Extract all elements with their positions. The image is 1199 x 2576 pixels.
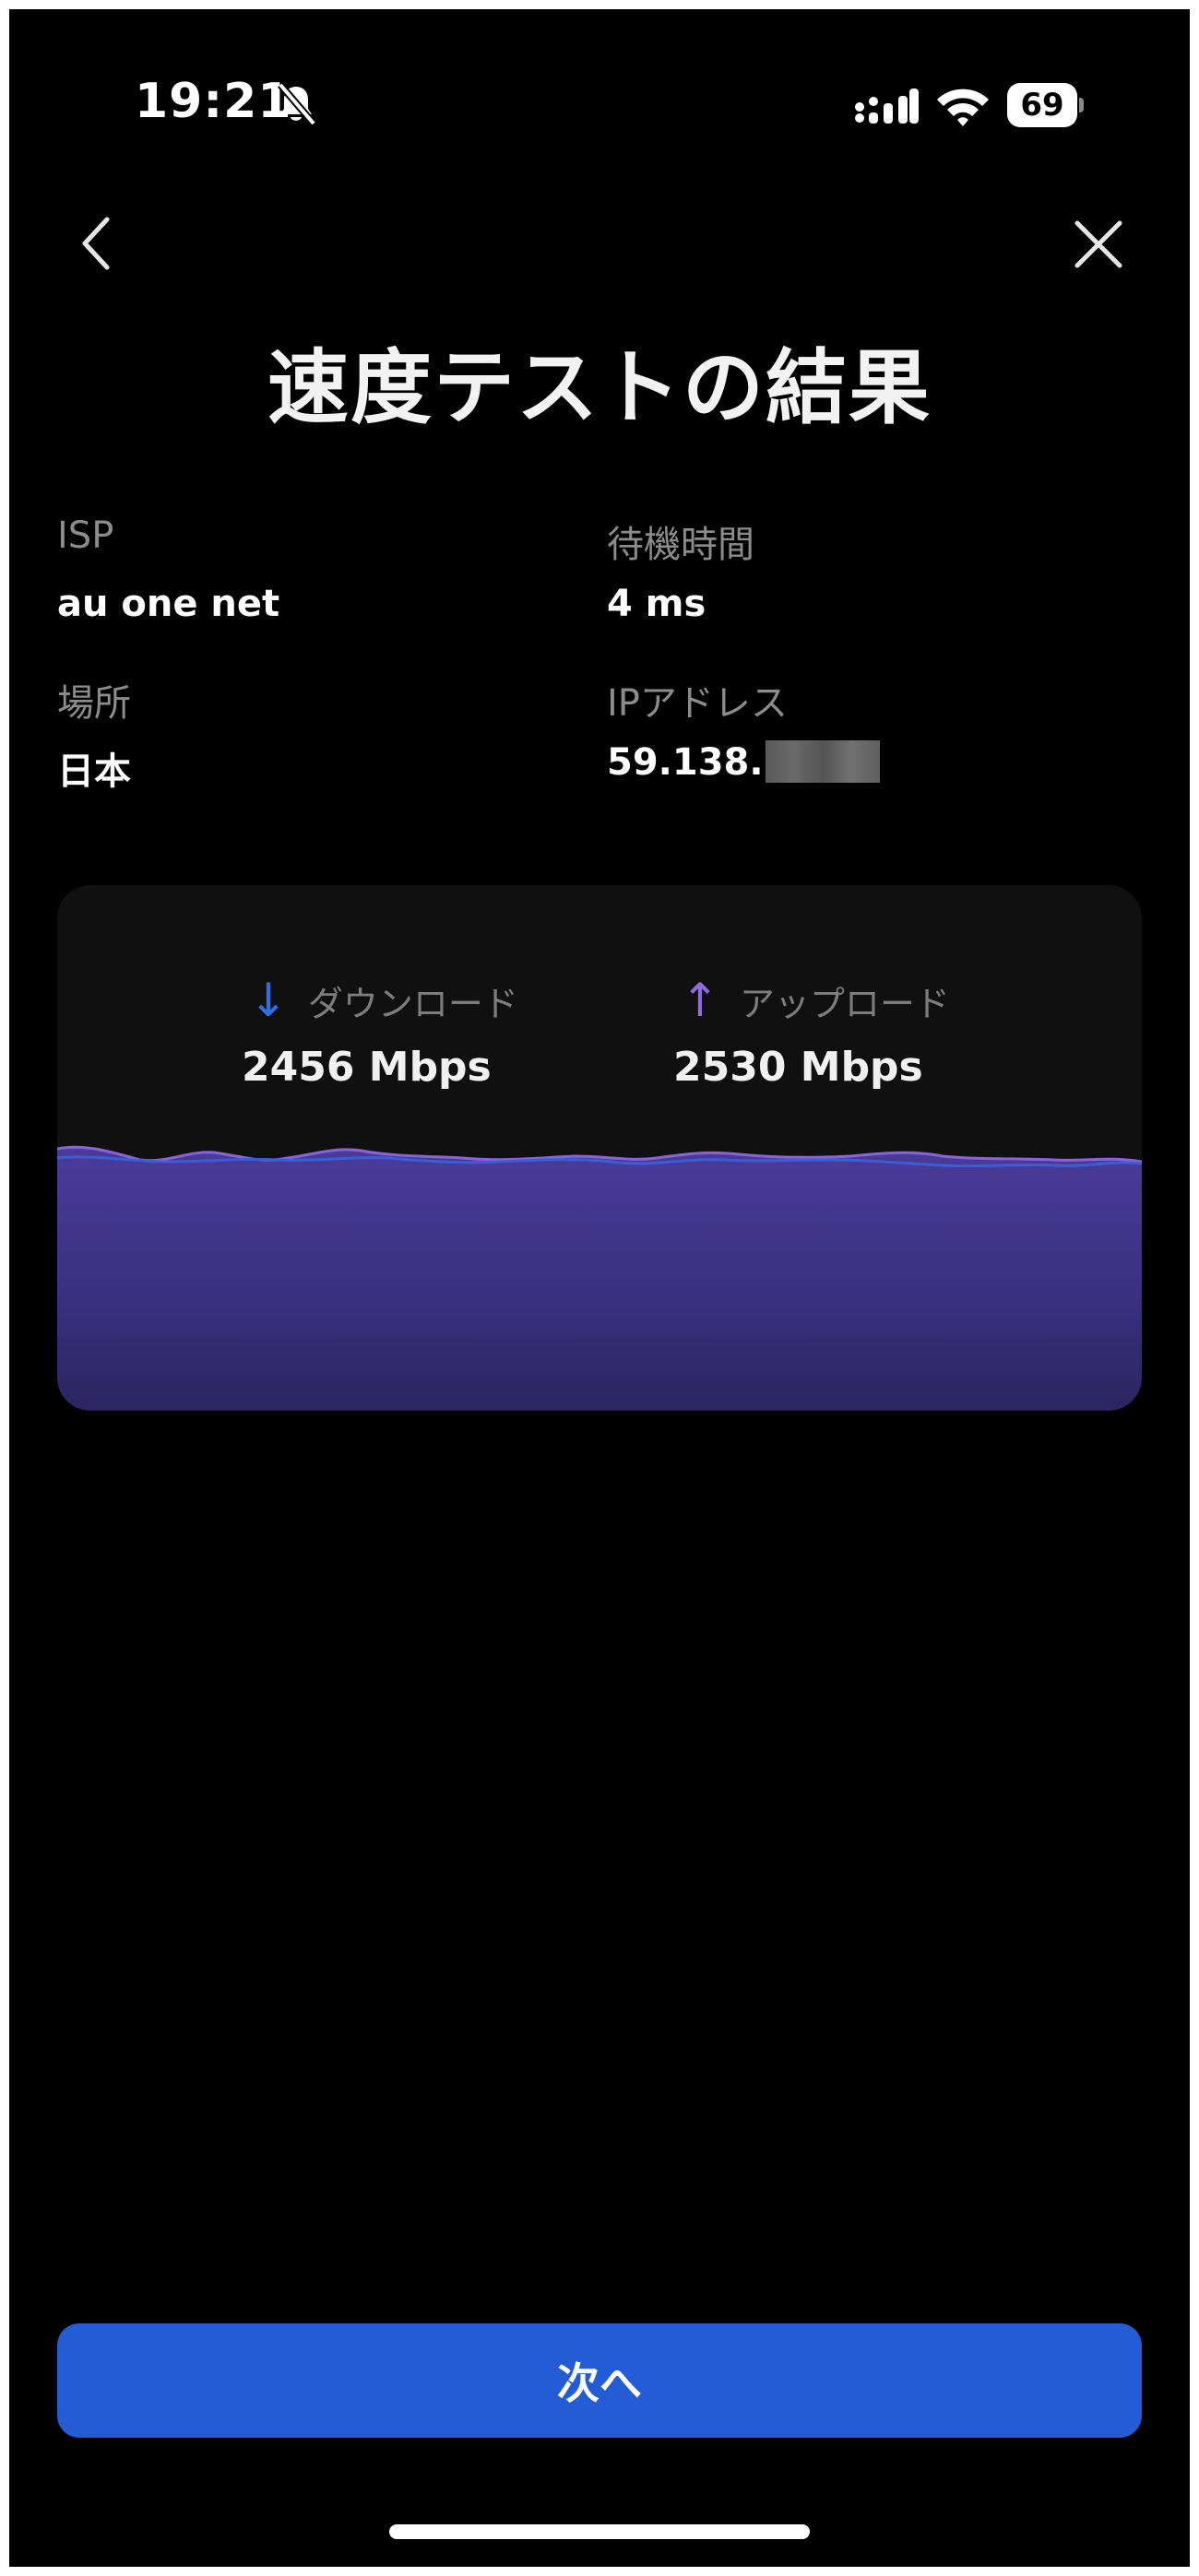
battery-level: 69 (1007, 83, 1077, 127)
location-label: 場所 (57, 682, 131, 725)
next-button[interactable]: 次へ (57, 2323, 1142, 2438)
upload-label: アップロード (739, 983, 950, 1024)
download-value: 2456 Mbps (242, 1044, 492, 1091)
wifi-icon (937, 89, 989, 126)
battery-cap (1079, 98, 1084, 112)
upload-arrow-icon: ↑ (681, 974, 719, 1027)
signal-icon (855, 89, 919, 124)
phone-screen: 19:21 69 速度テストの結果 ISP au one net 待機時間 4 … (9, 9, 1190, 2567)
isp-value: au one net (57, 583, 280, 625)
upload-value: 2530 Mbps (673, 1044, 923, 1091)
ip-address-value: 59.138. (607, 740, 880, 784)
battery-icon: 69 (1007, 83, 1085, 127)
page-title: 速度テストの結果 (267, 340, 932, 435)
upload-wave-area (57, 1147, 1142, 1411)
back-button[interactable] (72, 210, 127, 277)
chevron-left-icon (82, 217, 110, 270)
download-label: ダウンロード (307, 983, 518, 1024)
speed-wave-chart (57, 1145, 1142, 1411)
latency-value: 4 ms (607, 583, 706, 625)
ip-address-visible: 59.138. (607, 741, 764, 784)
speed-result-card: ↓ ダウンロード 2456 Mbps ↑ アップロード 2530 Mbps (57, 885, 1142, 1411)
download-arrow-icon: ↓ (249, 974, 288, 1027)
isp-label: ISP (57, 514, 114, 557)
latency-label: 待機時間 (607, 524, 754, 566)
ip-address-label: IPアドレス (607, 682, 788, 725)
ip-address-redaction (765, 740, 880, 783)
upload-header: ↑ アップロード (681, 974, 950, 1027)
download-header: ↓ ダウンロード (249, 974, 518, 1027)
bell-slash-icon (277, 82, 317, 126)
location-value: 日本 (57, 750, 131, 793)
status-time: 19:21 (135, 74, 292, 129)
close-button[interactable] (1068, 214, 1129, 275)
home-indicator[interactable] (389, 2524, 810, 2539)
close-icon (1074, 220, 1122, 268)
